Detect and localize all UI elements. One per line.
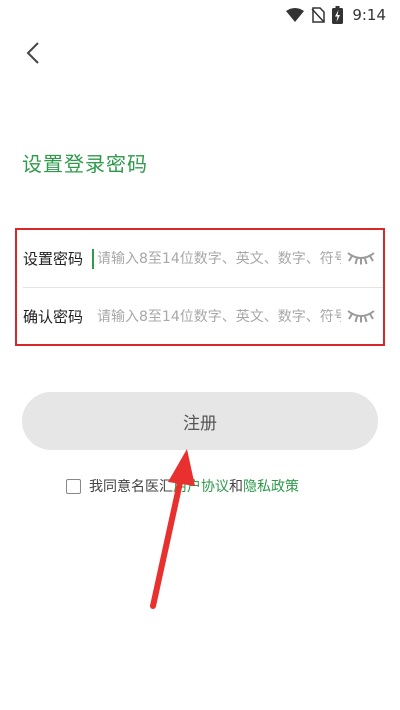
- agreement-conjunction: 和: [229, 479, 243, 495]
- confirm-password-row: 确认密码: [17, 288, 383, 345]
- set-password-visibility-toggle[interactable]: [341, 244, 381, 274]
- user-agreement-link[interactable]: 用户协议: [173, 476, 229, 496]
- set-password-label: 设置密码: [23, 250, 84, 268]
- annotation-arrow: [150, 449, 195, 609]
- text-cursor: [92, 249, 94, 269]
- privacy-policy-link[interactable]: 隐私政策: [243, 476, 299, 496]
- set-password-row: 设置密码: [17, 230, 383, 287]
- eye-closed-icon: [346, 249, 376, 269]
- confirm-password-visibility-toggle[interactable]: [341, 302, 381, 332]
- password-form: 设置密码 确认密码: [15, 228, 385, 346]
- set-password-input[interactable]: [91, 250, 341, 267]
- no-sim-icon: [311, 7, 326, 23]
- chevron-left-icon: [26, 42, 40, 68]
- status-bar: 9:14: [0, 0, 400, 30]
- page-title: 设置登录密码: [22, 152, 148, 176]
- confirm-password-input[interactable]: [91, 308, 341, 325]
- agreement-prefix: 我同意名医: [89, 479, 159, 495]
- agreement-partial: 汇: [159, 479, 173, 495]
- register-button[interactable]: 注册: [22, 392, 378, 450]
- agree-checkbox[interactable]: [66, 478, 81, 494]
- confirm-password-label: 确认密码: [23, 308, 84, 326]
- back-button[interactable]: [18, 40, 48, 70]
- register-screen: 9:14 设置登录密码 设置密码 确认密码 注册 我同意名医 汇 用户协议 和 …: [0, 0, 400, 710]
- status-time: 9:14: [352, 6, 386, 24]
- eye-closed-icon: [346, 307, 376, 327]
- wifi-icon: [286, 8, 305, 22]
- agreement-row: 我同意名医 汇 用户协议 和 隐私政策: [66, 476, 299, 496]
- battery-charging-icon: [332, 6, 344, 24]
